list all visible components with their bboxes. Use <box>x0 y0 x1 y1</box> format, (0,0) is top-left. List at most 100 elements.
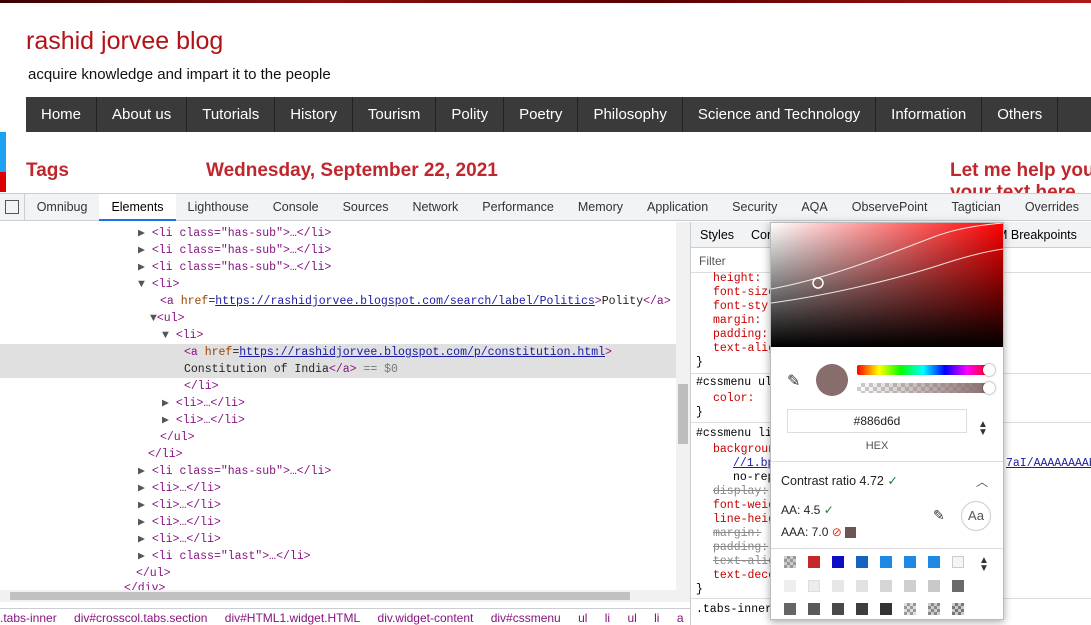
css-property[interactable]: padding: <box>713 541 768 555</box>
nav-poetry[interactable]: Poetry <box>504 97 579 132</box>
format-toggle-icon[interactable]: ▲ ▼ <box>978 420 988 438</box>
tab-performance[interactable]: Performance <box>470 194 566 221</box>
tab-styles[interactable]: Styles <box>700 222 734 248</box>
hue-slider-knob[interactable] <box>983 364 995 376</box>
alpha-slider[interactable] <box>857 383 989 393</box>
palette-swatch[interactable] <box>808 580 820 592</box>
palette-swatch[interactable] <box>904 580 916 592</box>
nav-science-technology[interactable]: Science and Technology <box>683 97 877 132</box>
dom-node[interactable]: ▶ <li>…</li> <box>138 531 221 548</box>
palette-swatch[interactable] <box>952 580 964 592</box>
dom-node[interactable]: </li> <box>148 446 183 463</box>
tab-application[interactable]: Application <box>635 194 720 221</box>
nav-about-us[interactable]: About us <box>97 97 188 132</box>
palette-swatch[interactable] <box>880 603 892 615</box>
css-selector[interactable]: .tabs-inner <box>696 603 772 617</box>
dom-node[interactable]: ▶ <li class="has-sub">…</li> <box>138 242 331 259</box>
css-property[interactable]: font-weig <box>713 499 775 513</box>
css-selector[interactable]: #cssmenu li <box>696 427 772 441</box>
blog-title[interactable]: rashid jorvee blog <box>26 27 223 56</box>
tab-lighthouse[interactable]: Lighthouse <box>176 194 261 221</box>
nav-philosophy[interactable]: Philosophy <box>578 97 683 132</box>
css-property[interactable]: margin: <box>713 314 761 328</box>
tab-network[interactable]: Network <box>400 194 470 221</box>
tab-tagtician[interactable]: Tagtician <box>939 194 1012 221</box>
css-property[interactable]: padding: <box>713 328 768 342</box>
palette-swatch[interactable] <box>928 603 940 615</box>
dom-node[interactable]: ▶ <li class="has-sub">…</li> <box>138 225 331 242</box>
palette-swatch[interactable] <box>808 556 820 568</box>
crumb[interactable]: li <box>605 611 610 625</box>
css-property[interactable]: line-heig <box>713 513 775 527</box>
share-strip-red[interactable] <box>0 172 6 192</box>
crumb[interactable]: .tabs-inner <box>0 611 57 625</box>
crumb[interactable]: li <box>654 611 659 625</box>
palette-swatch[interactable] <box>856 556 868 568</box>
css-property[interactable]: margin: <box>713 527 761 541</box>
css-value[interactable]: no-rep <box>733 471 774 485</box>
inspect-element-icon[interactable] <box>0 193 25 221</box>
tab-console[interactable]: Console <box>261 194 331 221</box>
palette-swatch[interactable] <box>952 603 964 615</box>
dom-node[interactable]: </li> <box>184 378 219 395</box>
css-property[interactable]: backgroun <box>713 443 775 457</box>
bg-eyedropper-icon[interactable]: ✎ <box>933 507 945 524</box>
nav-others[interactable]: Others <box>982 97 1059 132</box>
palette-swatch[interactable] <box>904 556 916 568</box>
tab-elements[interactable]: Elements <box>99 193 176 221</box>
palette-swatch[interactable] <box>832 556 844 568</box>
css-property[interactable]: text-alig <box>713 555 775 569</box>
selected-dom-node[interactable]: <a href=https://rashidjorvee.blogspot.co… <box>184 344 612 361</box>
tab-aqa[interactable]: AQA <box>789 194 839 221</box>
crumb[interactable]: div.widget-content <box>378 611 474 625</box>
dom-node[interactable]: ▼ <li> <box>138 276 179 293</box>
palette-swatch[interactable] <box>928 580 940 592</box>
dom-node[interactable]: ▶ <li class="last">…</li> <box>138 548 311 565</box>
nav-home[interactable]: Home <box>26 97 98 132</box>
dom-node[interactable]: ▶ <li>…</li> <box>162 412 245 429</box>
css-property[interactable]: font-size <box>713 286 775 300</box>
palette-swatch[interactable] <box>904 603 916 615</box>
hex-input[interactable]: #886d6d <box>787 409 967 433</box>
nav-tutorials[interactable]: Tutorials <box>187 97 276 132</box>
dom-node[interactable]: ▶ <li>…</li> <box>138 480 221 497</box>
palette-swatch[interactable] <box>784 556 796 568</box>
dom-node[interactable]: ▶ <li>…</li> <box>162 395 245 412</box>
css-property[interactable]: height: <box>713 272 761 286</box>
contrast-ratio[interactable]: Contrast ratio 4.72 ✓ <box>781 473 898 488</box>
tab-overrides[interactable]: Overrides <box>1013 194 1091 221</box>
dom-node[interactable]: ▼ <li> <box>162 327 203 344</box>
palette-swatch[interactable] <box>880 556 892 568</box>
crumb[interactable]: div#crosscol.tabs.section <box>74 611 207 625</box>
crumb[interactable]: div#HTML1.widget.HTML <box>225 611 360 625</box>
palette-swatch[interactable] <box>856 580 868 592</box>
nav-history[interactable]: History <box>275 97 353 132</box>
nav-tourism[interactable]: Tourism <box>353 97 437 132</box>
elements-scroll-thumb[interactable] <box>678 384 688 444</box>
palette-swatch[interactable] <box>856 603 868 615</box>
saturation-value-area[interactable] <box>771 223 1003 347</box>
css-property[interactable]: display: <box>713 485 768 499</box>
css-property[interactable]: font-styl <box>713 300 775 314</box>
dom-node[interactable]: ▶ <li>…</li> <box>138 514 221 531</box>
css-property[interactable]: text-alig <box>713 342 775 356</box>
tab-observepoint[interactable]: ObservePoint <box>840 194 940 221</box>
dom-node[interactable]: ▼<ul> <box>150 310 185 327</box>
palette-swatch[interactable] <box>880 580 892 592</box>
dom-node[interactable]: ▶ <li class="has-sub">…</li> <box>138 259 331 276</box>
nav-information[interactable]: Information <box>876 97 983 132</box>
css-property[interactable]: color: <box>713 392 754 406</box>
nav-polity[interactable]: Polity <box>436 97 505 132</box>
crumb[interactable]: ul <box>627 611 636 625</box>
css-url-link[interactable]: //1.bp <box>733 457 774 471</box>
tab-dom-breakpoints[interactable]: M Breakpoints <box>997 222 1077 248</box>
palette-swatch[interactable] <box>928 556 940 568</box>
dom-node[interactable]: ▶ <li>…</li> <box>138 497 221 514</box>
hue-slider[interactable] <box>857 365 989 375</box>
palette-swatch[interactable] <box>808 603 820 615</box>
css-url-fragment[interactable]: 7aI/AAAAAAAAB <box>1006 457 1091 471</box>
palette-swatch[interactable] <box>832 603 844 615</box>
crumb[interactable]: div#cssmenu <box>491 611 561 625</box>
selected-dom-node-text[interactable]: Constitution of India</a> == $0 <box>184 361 398 378</box>
tab-sources[interactable]: Sources <box>331 194 401 221</box>
